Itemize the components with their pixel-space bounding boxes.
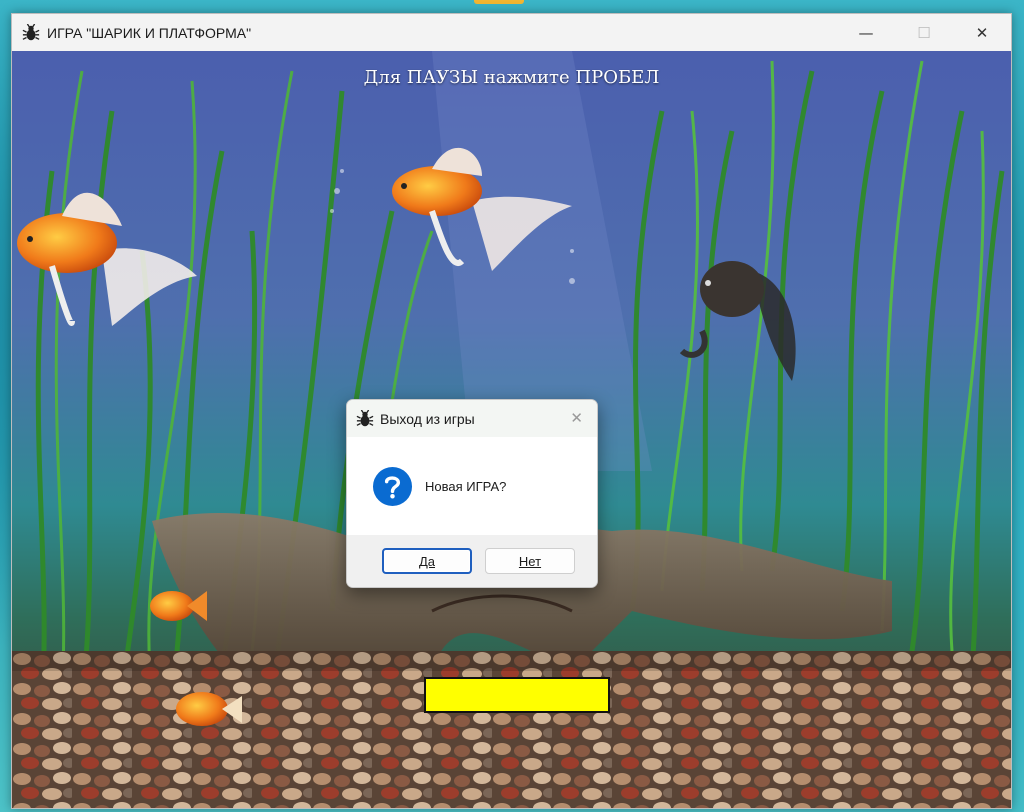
dialog-body: Новая ИГРА? (347, 437, 597, 535)
dialog-message: Новая ИГРА? (425, 478, 507, 494)
bug-icon (356, 409, 374, 426)
dialog-title: Выход из игры (380, 410, 475, 427)
dialog-title-bar[interactable]: Выход из игры ✕ (347, 400, 597, 437)
dialog-footer: Да Нет (347, 535, 597, 587)
minimize-button[interactable]: — (837, 14, 895, 51)
window-title: ИГРА "ШАРИК И ПЛАТФОРМА" (47, 24, 252, 41)
dialog-close-button[interactable]: ✕ (570, 409, 583, 427)
no-button[interactable]: Нет (485, 548, 575, 574)
pause-hint: Для ПАУЗЫ нажмите ПРОБЕЛ (363, 67, 660, 88)
exit-dialog: Выход из игры ✕ Новая ИГРА? Да Нет (346, 399, 598, 588)
window-controls: — ☐ ✕ (837, 14, 1011, 51)
maximize-button[interactable]: ☐ (895, 14, 953, 51)
close-button[interactable]: ✕ (953, 14, 1011, 51)
question-icon (372, 466, 413, 506)
taskbar-indicator (474, 0, 524, 4)
bug-icon (22, 23, 40, 40)
title-bar[interactable]: ИГРА "ШАРИК И ПЛАТФОРМА" — ☐ ✕ (12, 14, 1011, 51)
player-platform[interactable] (424, 677, 610, 713)
yes-button[interactable]: Да (382, 548, 472, 574)
